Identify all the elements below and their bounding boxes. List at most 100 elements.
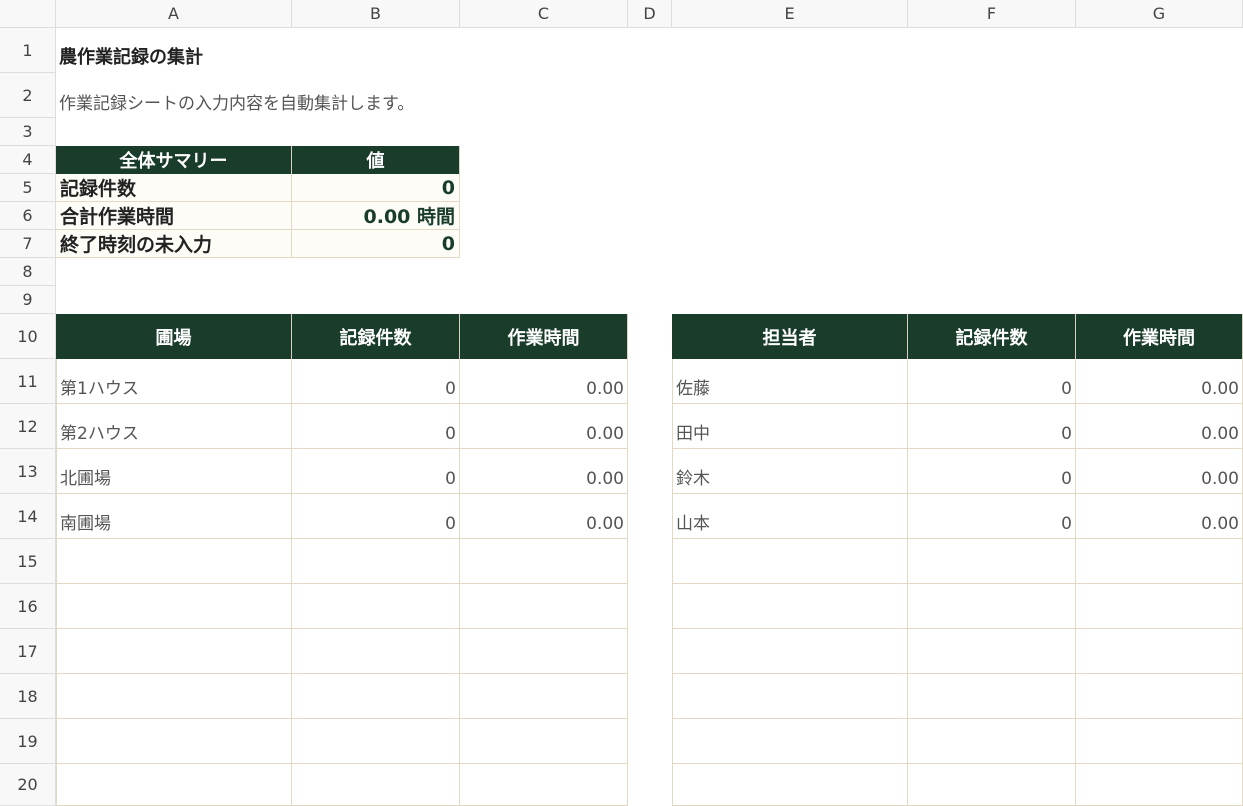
person-name-cell[interactable]: 佐藤 (672, 359, 908, 404)
row-header-12[interactable]: 12 (0, 404, 56, 449)
person-count-cell[interactable]: 0 (908, 449, 1076, 494)
empty-cell[interactable] (460, 674, 628, 719)
empty-cell[interactable] (460, 584, 628, 629)
empty-cell[interactable] (56, 539, 292, 584)
empty-cell[interactable] (672, 584, 908, 629)
person-hours-cell[interactable]: 0.00 (1076, 449, 1243, 494)
empty-cell[interactable] (292, 719, 460, 764)
sheet-title[interactable]: 農作業記録の集計 (56, 28, 556, 73)
empty-cell[interactable] (1076, 629, 1243, 674)
summary-header-value[interactable]: 値 (292, 146, 460, 174)
empty-cell[interactable] (908, 539, 1076, 584)
person-name-cell[interactable]: 田中 (672, 404, 908, 449)
summary-label-record-count[interactable]: 記録件数 (56, 174, 292, 202)
field-name-cell[interactable]: 北圃場 (56, 449, 292, 494)
person-count-cell[interactable]: 0 (908, 494, 1076, 539)
row-header-15[interactable]: 15 (0, 539, 56, 584)
empty-cell[interactable] (460, 764, 628, 806)
empty-cell[interactable] (672, 674, 908, 719)
empty-cell[interactable] (1076, 719, 1243, 764)
field-table-header-count[interactable]: 記録件数 (292, 314, 460, 359)
row-header-18[interactable]: 18 (0, 674, 56, 719)
field-hours-cell[interactable]: 0.00 (460, 359, 628, 404)
empty-cell[interactable] (672, 539, 908, 584)
person-table-header-hours[interactable]: 作業時間 (1076, 314, 1243, 359)
summary-value-record-count[interactable]: 0 (292, 174, 460, 202)
summary-label-total-hours[interactable]: 合計作業時間 (56, 202, 292, 230)
summary-label-missing-end[interactable]: 終了時刻の未入力 (56, 230, 292, 258)
empty-cell[interactable] (292, 539, 460, 584)
row-header-5[interactable]: 5 (0, 174, 56, 202)
empty-cell[interactable] (460, 719, 628, 764)
empty-cell[interactable] (672, 629, 908, 674)
field-count-cell[interactable]: 0 (292, 359, 460, 404)
summary-value-total-hours[interactable]: 0.00 時間 (292, 202, 460, 230)
field-name-cell[interactable]: 第1ハウス (56, 359, 292, 404)
empty-cell[interactable] (460, 539, 628, 584)
row-header-11[interactable]: 11 (0, 359, 56, 404)
column-header-d[interactable]: D (628, 0, 672, 28)
person-count-cell[interactable]: 0 (908, 404, 1076, 449)
empty-cell[interactable] (292, 674, 460, 719)
empty-cell[interactable] (56, 584, 292, 629)
person-table-header-count[interactable]: 記録件数 (908, 314, 1076, 359)
field-count-cell[interactable]: 0 (292, 494, 460, 539)
column-header-f[interactable]: F (908, 0, 1076, 28)
field-table-header-hours[interactable]: 作業時間 (460, 314, 628, 359)
empty-cell[interactable] (908, 629, 1076, 674)
empty-cell[interactable] (56, 629, 292, 674)
field-table-header-field[interactable]: 圃場 (56, 314, 292, 359)
row-header-1[interactable]: 1 (0, 28, 56, 73)
summary-header-label[interactable]: 全体サマリー (56, 146, 292, 174)
row-header-6[interactable]: 6 (0, 202, 56, 230)
person-name-cell[interactable]: 鈴木 (672, 449, 908, 494)
empty-cell[interactable] (908, 674, 1076, 719)
person-name-cell[interactable]: 山本 (672, 494, 908, 539)
summary-value-missing-end[interactable]: 0 (292, 230, 460, 258)
empty-cell[interactable] (908, 764, 1076, 806)
empty-cell[interactable] (56, 719, 292, 764)
row-header-20[interactable]: 20 (0, 764, 56, 806)
person-count-cell[interactable]: 0 (908, 359, 1076, 404)
row-header-8[interactable]: 8 (0, 258, 56, 286)
empty-cell[interactable] (1076, 674, 1243, 719)
empty-cell[interactable] (672, 719, 908, 764)
row-header-13[interactable]: 13 (0, 449, 56, 494)
column-header-b[interactable]: B (292, 0, 460, 28)
row-header-19[interactable]: 19 (0, 719, 56, 764)
column-header-g[interactable]: G (1076, 0, 1243, 28)
field-hours-cell[interactable]: 0.00 (460, 494, 628, 539)
person-hours-cell[interactable]: 0.00 (1076, 494, 1243, 539)
row-header-17[interactable]: 17 (0, 629, 56, 674)
row-header-4[interactable]: 4 (0, 146, 56, 174)
column-header-c[interactable]: C (460, 0, 628, 28)
field-hours-cell[interactable]: 0.00 (460, 449, 628, 494)
column-header-e[interactable]: E (672, 0, 908, 28)
person-hours-cell[interactable]: 0.00 (1076, 359, 1243, 404)
field-count-cell[interactable]: 0 (292, 449, 460, 494)
row-header-3[interactable]: 3 (0, 118, 56, 146)
empty-cell[interactable] (672, 764, 908, 806)
row-header-10[interactable]: 10 (0, 314, 56, 359)
person-hours-cell[interactable]: 0.00 (1076, 404, 1243, 449)
empty-cell[interactable] (56, 764, 292, 806)
empty-cell[interactable] (460, 629, 628, 674)
field-count-cell[interactable]: 0 (292, 404, 460, 449)
empty-cell[interactable] (56, 674, 292, 719)
person-table-header-person[interactable]: 担当者 (672, 314, 908, 359)
empty-cell[interactable] (1076, 584, 1243, 629)
row-header-14[interactable]: 14 (0, 494, 56, 539)
empty-cell[interactable] (908, 719, 1076, 764)
field-name-cell[interactable]: 第2ハウス (56, 404, 292, 449)
select-all-corner[interactable] (0, 0, 56, 28)
empty-cell[interactable] (292, 629, 460, 674)
empty-cell[interactable] (292, 584, 460, 629)
empty-cell[interactable] (292, 764, 460, 806)
column-header-a[interactable]: A (56, 0, 292, 28)
empty-cell[interactable] (908, 584, 1076, 629)
row-header-9[interactable]: 9 (0, 286, 56, 314)
row-header-16[interactable]: 16 (0, 584, 56, 629)
field-name-cell[interactable]: 南圃場 (56, 494, 292, 539)
empty-cell[interactable] (1076, 539, 1243, 584)
row-header-2[interactable]: 2 (0, 73, 56, 118)
